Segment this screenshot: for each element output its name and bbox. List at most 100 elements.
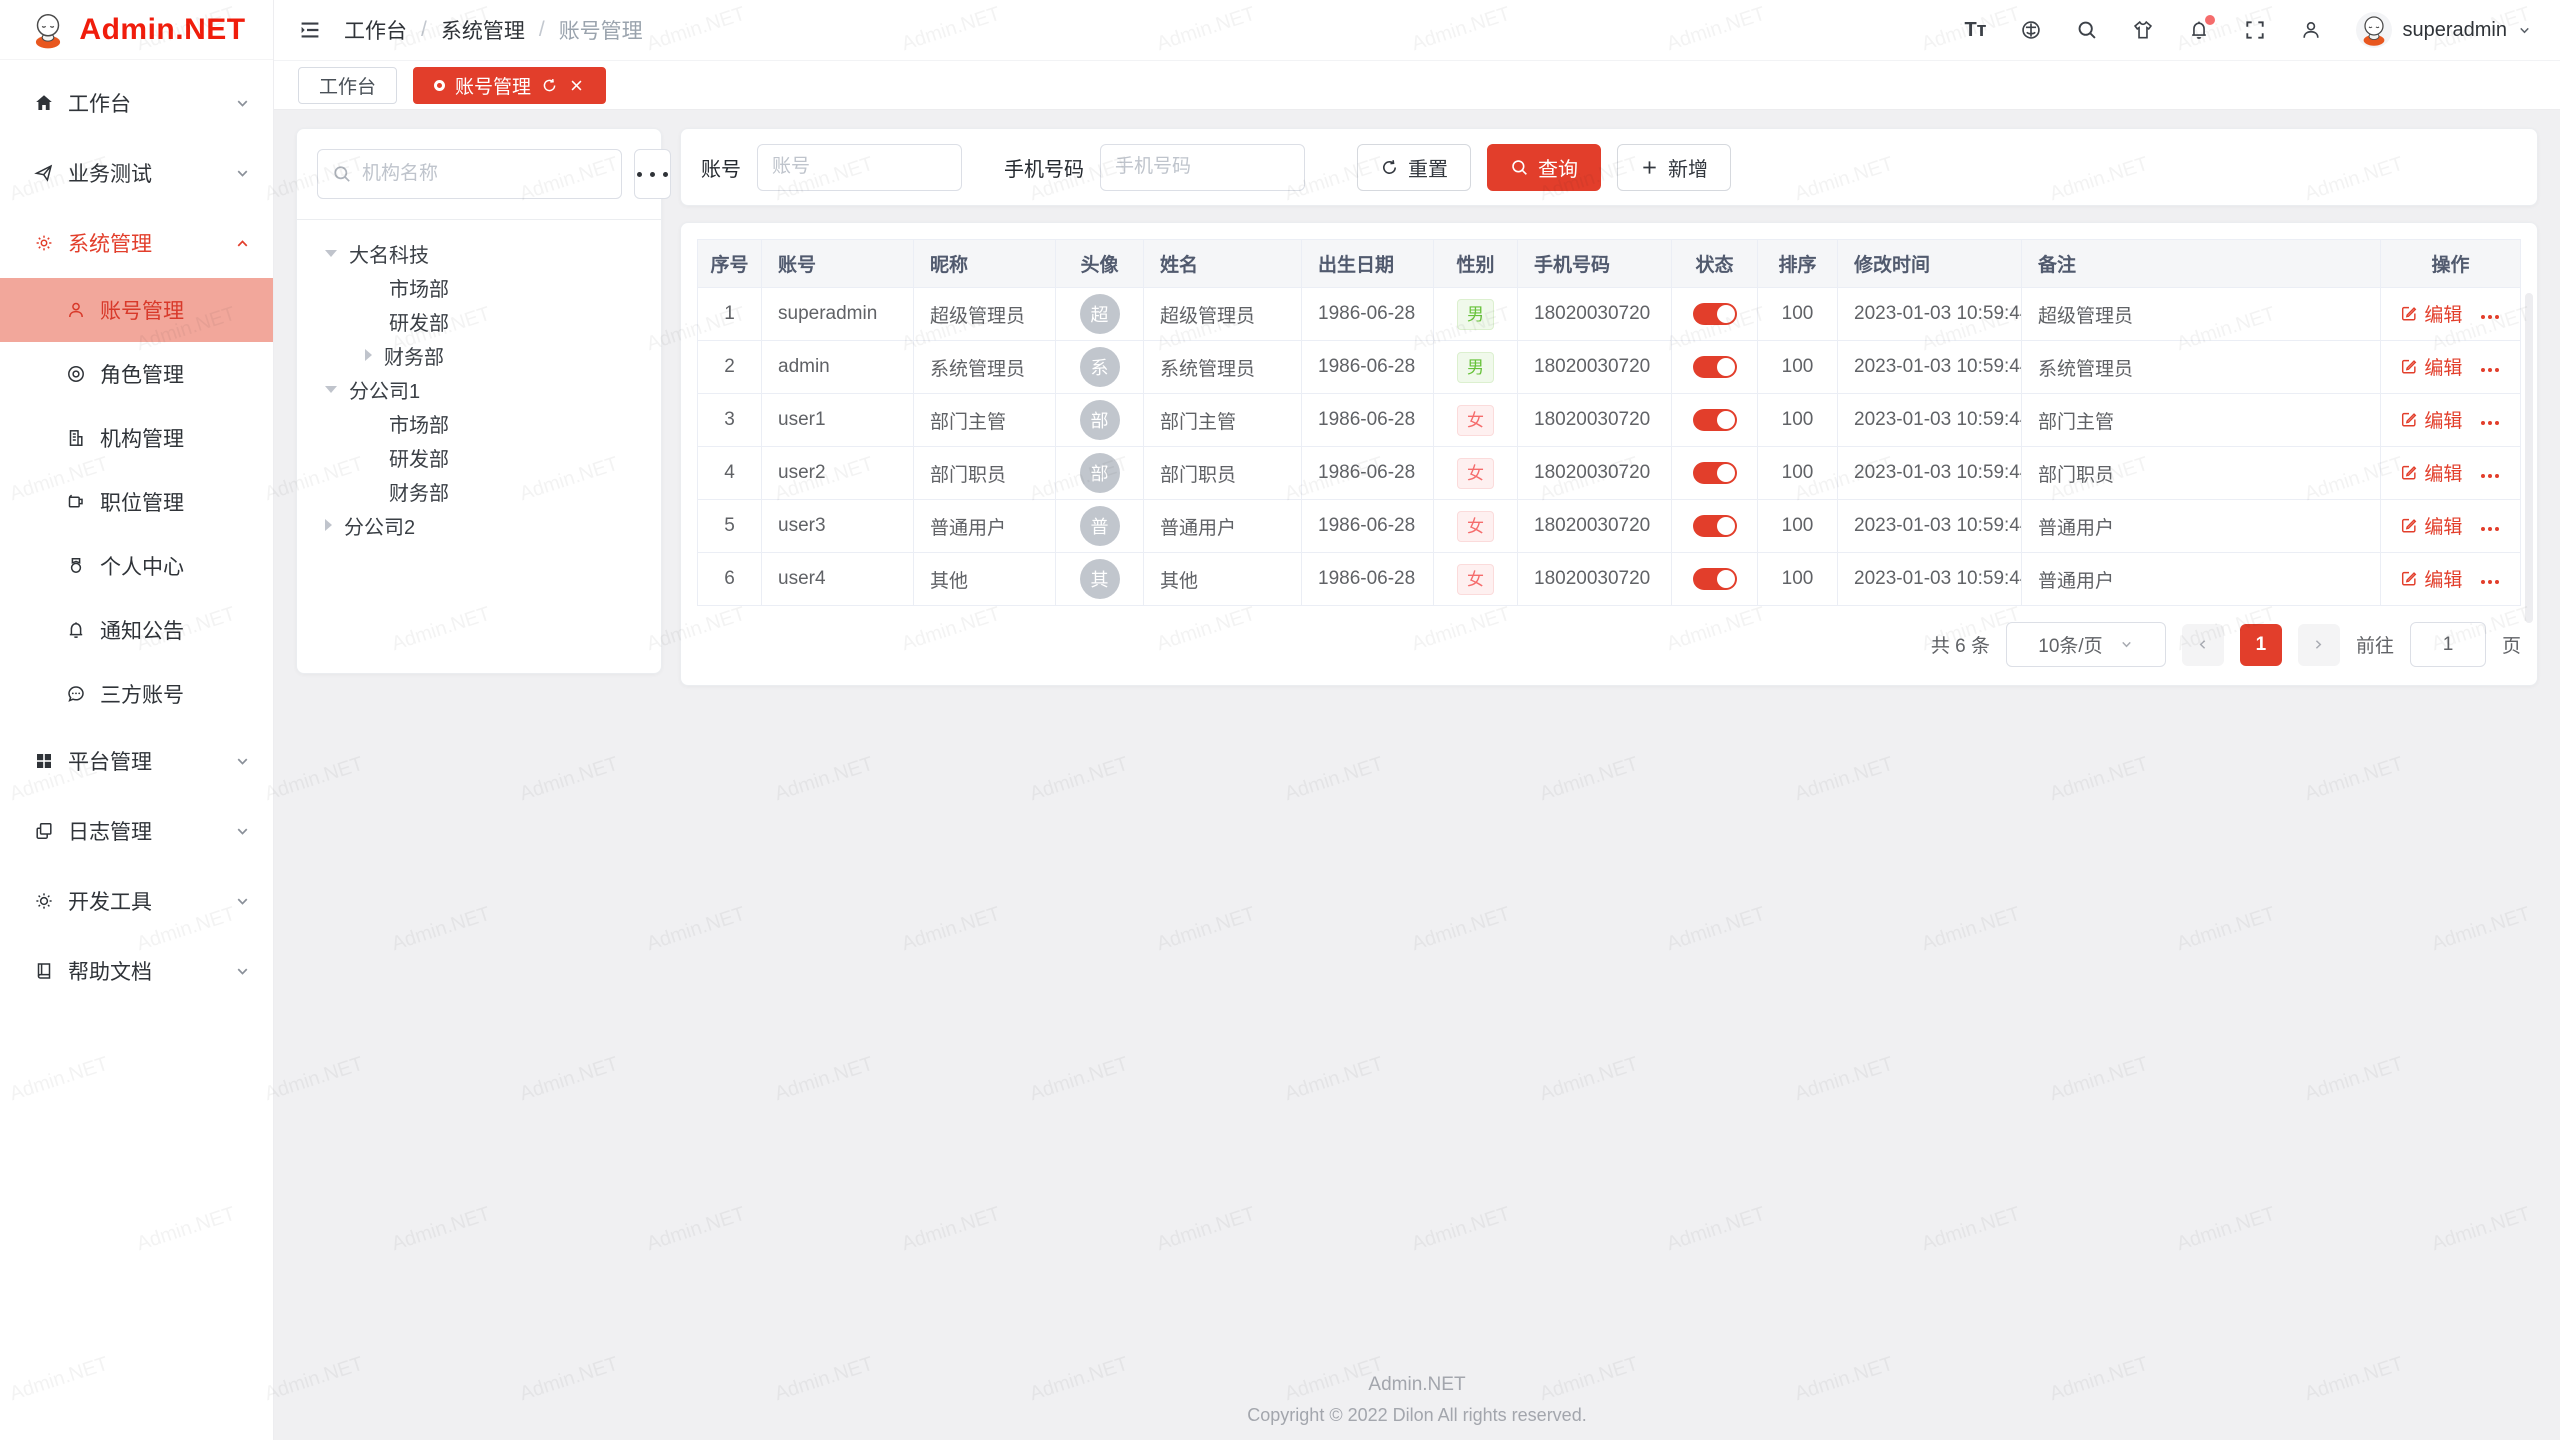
- sidebar-item[interactable]: 帮助文档: [0, 936, 273, 1006]
- tab[interactable]: 账号管理: [413, 67, 606, 104]
- goto-page-input[interactable]: [2410, 622, 2486, 667]
- status-toggle[interactable]: [1693, 515, 1737, 537]
- refresh-tab-icon[interactable]: [541, 77, 558, 94]
- more-actions-icon[interactable]: [2480, 359, 2501, 380]
- sidebar-item[interactable]: 账号管理: [0, 278, 273, 342]
- sidebar-item[interactable]: 机构管理: [0, 406, 273, 470]
- expander-icon[interactable]: [325, 519, 332, 531]
- cell-phone: 18020030720: [1518, 394, 1672, 447]
- expander-icon[interactable]: [325, 386, 337, 393]
- tree-node[interactable]: 研发部: [317, 440, 641, 474]
- cell-birthdate: 1986-06-28: [1302, 553, 1434, 606]
- sidebar: Admin.NET 工作台 业务测试 系统管理: [0, 0, 274, 1440]
- edit-button[interactable]: 编辑: [2400, 300, 2462, 327]
- breadcrumb-item[interactable]: 工作台: [344, 15, 407, 45]
- table-row[interactable]: 5 user3 普通用户 普 普通用户 1986-06-28 女 1802003…: [698, 500, 2521, 553]
- more-actions-icon[interactable]: [2480, 571, 2501, 592]
- cell-nickname: 系统管理员: [914, 341, 1056, 394]
- gender-badge: 女: [1457, 511, 1494, 542]
- sidebar-item[interactable]: 日志管理: [0, 796, 273, 866]
- tree-node-label: 研发部: [389, 307, 449, 336]
- more-actions-icon[interactable]: [2480, 465, 2501, 486]
- tree-node[interactable]: 大名科技: [317, 236, 641, 270]
- edit-button[interactable]: 编辑: [2400, 565, 2462, 592]
- current-page-button[interactable]: 1: [2240, 624, 2282, 666]
- notification-icon[interactable]: [2188, 19, 2210, 41]
- sidebar-item[interactable]: 工作台: [0, 68, 273, 138]
- search-icon[interactable]: [2076, 19, 2098, 41]
- collapse-menu-icon[interactable]: [298, 18, 322, 42]
- close-tab-icon[interactable]: [568, 77, 585, 94]
- fullscreen-icon[interactable]: [2244, 19, 2266, 41]
- add-button[interactable]: 新增: [1617, 144, 1731, 191]
- status-toggle[interactable]: [1693, 356, 1737, 378]
- sidebar-item[interactable]: 系统管理: [0, 208, 273, 278]
- tree-node[interactable]: 分公司1: [317, 372, 641, 406]
- prev-page-button[interactable]: [2182, 624, 2224, 666]
- status-toggle[interactable]: [1693, 409, 1737, 431]
- edit-button[interactable]: 编辑: [2400, 512, 2462, 539]
- org-tree-panel: 大名科技 市场部 研发部: [296, 128, 662, 674]
- more-actions-icon[interactable]: [2480, 306, 2501, 327]
- language-icon[interactable]: [2020, 19, 2042, 41]
- tree-node[interactable]: 分公司2: [317, 508, 641, 542]
- table-scrollbar[interactable]: [2525, 293, 2533, 623]
- sidebar-item[interactable]: 平台管理: [0, 726, 273, 796]
- cell-phone: 18020030720: [1518, 553, 1672, 606]
- chevron-icon: [234, 165, 251, 182]
- edit-icon: [2400, 463, 2418, 481]
- edit-button[interactable]: 编辑: [2400, 406, 2462, 433]
- account-input[interactable]: [757, 144, 962, 191]
- avatar: 系: [1080, 347, 1120, 387]
- breadcrumb-item[interactable]: 系统管理: [441, 15, 525, 45]
- table-row[interactable]: 2 admin 系统管理员 系 系统管理员 1986-06-28 男 18020…: [698, 341, 2521, 394]
- search-button[interactable]: 查询: [1487, 144, 1601, 191]
- phone-input[interactable]: [1100, 144, 1305, 191]
- table-row[interactable]: 4 user2 部门职员 部 部门职员 1986-06-28 女 1802003…: [698, 447, 2521, 500]
- font-size-icon[interactable]: Tт: [1964, 19, 1986, 41]
- theme-icon[interactable]: [2132, 19, 2154, 41]
- edit-button[interactable]: 编辑: [2400, 353, 2462, 380]
- sidebar-item[interactable]: 角色管理: [0, 342, 273, 406]
- cell-index: 6: [698, 553, 762, 606]
- user-menu[interactable]: superadmin: [2356, 12, 2532, 48]
- gender-badge: 男: [1457, 299, 1494, 330]
- profile-icon[interactable]: [2300, 19, 2322, 41]
- tree-node[interactable]: 研发部: [317, 304, 641, 338]
- cell-name: 超级管理员: [1144, 288, 1302, 341]
- status-toggle[interactable]: [1693, 462, 1737, 484]
- logo[interactable]: Admin.NET: [0, 0, 273, 60]
- sidebar-item[interactable]: 通知公告: [0, 598, 273, 662]
- pagination: 共 6 条 10条/页 1 前往 页: [697, 622, 2521, 667]
- sidebar-item[interactable]: 业务测试: [0, 138, 273, 208]
- table-row[interactable]: 3 user1 部门主管 部 部门主管 1986-06-28 女 1802003…: [698, 394, 2521, 447]
- expander-icon[interactable]: [365, 349, 372, 361]
- page-size-select[interactable]: 10条/页: [2006, 622, 2166, 667]
- table-row[interactable]: 6 user4 其他 其 其他 1986-06-28 女 18020030720: [698, 553, 2521, 606]
- tab[interactable]: 工作台: [298, 67, 397, 104]
- more-actions-icon[interactable]: [2480, 518, 2501, 539]
- reset-button[interactable]: 重置: [1357, 144, 1471, 191]
- tree-node-label: 分公司1: [349, 375, 420, 404]
- tree-node-label: 财务部: [389, 477, 449, 506]
- status-toggle[interactable]: [1693, 568, 1737, 590]
- status-toggle[interactable]: [1693, 303, 1737, 325]
- tree-node[interactable]: 市场部: [317, 270, 641, 304]
- menu-item-icon: [66, 556, 86, 576]
- org-search-input[interactable]: [362, 163, 607, 185]
- sidebar-item[interactable]: 职位管理: [0, 470, 273, 534]
- account-label: 账号: [701, 153, 741, 182]
- org-more-button[interactable]: [634, 149, 671, 199]
- tree-node[interactable]: 市场部: [317, 406, 641, 440]
- edit-button[interactable]: 编辑: [2400, 459, 2462, 486]
- next-page-button[interactable]: [2298, 624, 2340, 666]
- sidebar-item[interactable]: 个人中心: [0, 534, 273, 598]
- expander-icon[interactable]: [325, 250, 337, 257]
- cell-modified-time: 2023-01-03 10:59:44: [1838, 288, 2022, 341]
- sidebar-item[interactable]: 开发工具: [0, 866, 273, 936]
- table-row[interactable]: 1 superadmin 超级管理员 超 超级管理员 1986-06-28 男 …: [698, 288, 2521, 341]
- tree-node[interactable]: 财务部: [317, 338, 641, 372]
- sidebar-item[interactable]: 三方账号: [0, 662, 273, 726]
- more-actions-icon[interactable]: [2480, 412, 2501, 433]
- tree-node[interactable]: 财务部: [317, 474, 641, 508]
